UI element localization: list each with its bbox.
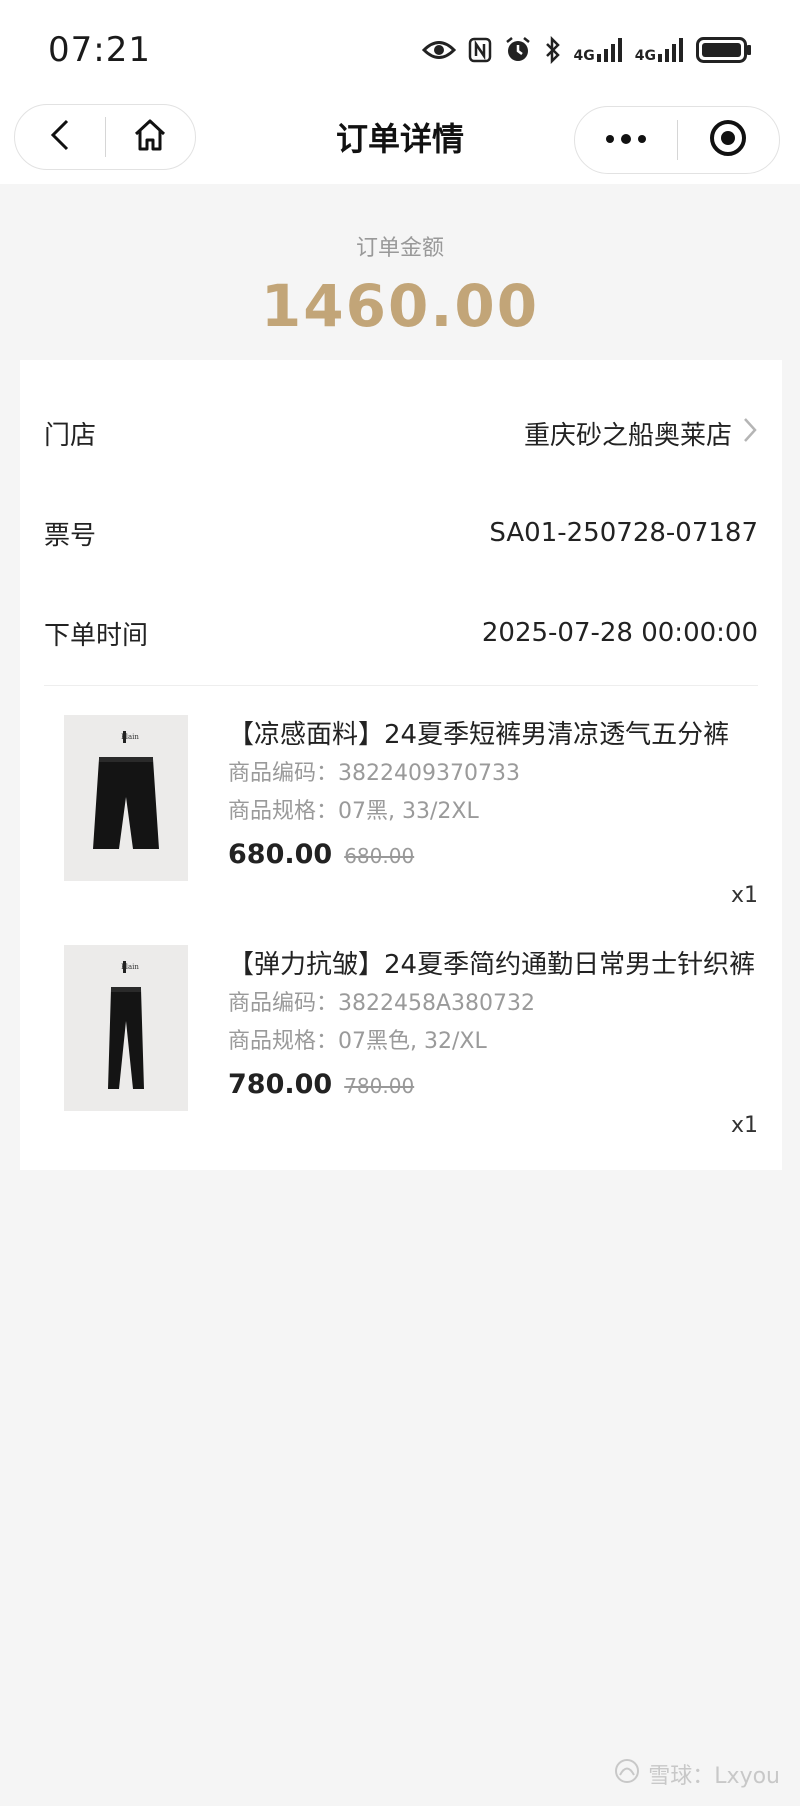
product-quantity: x1: [730, 883, 758, 908]
product-code-line: 商品编码：3822409370733: [228, 755, 758, 793]
product-image[interactable]: Plain: [64, 715, 188, 881]
target-icon: [708, 118, 748, 162]
product-item[interactable]: Plain 【弹力抗皱】24夏季简约通勤日常男士针织裤 商品编码：3822458…: [44, 945, 758, 1145]
amount-label: 订单金额: [355, 236, 444, 261]
product-original-price: 780.00: [344, 1074, 415, 1098]
product-spec-line: 商品规格：07黑色, 32/XL: [228, 1023, 758, 1061]
product-quantity: x1: [730, 1113, 758, 1138]
nav-bar: 订单详情: [0, 100, 800, 184]
product-spec-label: 商品规格：: [228, 1029, 339, 1054]
nfc-icon: [468, 37, 492, 63]
more-dots-icon: [604, 131, 648, 150]
bluetooth-icon: [544, 36, 562, 64]
shorts-icon: Plain: [71, 721, 181, 875]
store-value-wrap: 重庆砂之船奥莱店: [524, 415, 758, 452]
nav-capsule-right: [574, 106, 780, 174]
order-card: 门店 重庆砂之船奥莱店 票号 SA01-250728-07187 下单时间 20…: [20, 360, 782, 1170]
more-button[interactable]: [575, 107, 677, 173]
snowball-logo-icon: [614, 1758, 640, 1790]
chevron-right-icon: [742, 416, 758, 451]
signal-4g-icon: 4G: [574, 38, 623, 63]
product-spec: 07黑, 33/2XL: [338, 799, 479, 824]
divider: [44, 685, 758, 686]
product-item[interactable]: Plain 【凉感面料】24夏季短裤男清凉透气五分裤 商品编码：38224093…: [44, 715, 758, 915]
product-code-label: 商品编码：: [228, 761, 339, 786]
watermark: 雪球：Lxyou: [614, 1758, 780, 1790]
product-code-line: 商品编码：3822458A380732: [228, 985, 758, 1023]
status-bar: 07:21 4G 4G: [0, 0, 800, 100]
order-time-row: 下单时间 2025-07-28 00:00:00: [44, 603, 758, 663]
ticket-label: 票号: [44, 520, 97, 551]
product-spec-label: 商品规格：: [228, 799, 339, 824]
store-row[interactable]: 门店 重庆砂之船奥莱店: [44, 403, 758, 463]
product-price: 780.00: [228, 1069, 333, 1100]
eye-icon: [421, 39, 456, 61]
product-spec: 07黑色, 32/XL: [338, 1029, 487, 1054]
alarm-icon: [504, 36, 532, 64]
store-value: 重庆砂之船奥莱店: [523, 420, 732, 451]
status-icons: 4G 4G: [421, 32, 752, 68]
battery-icon: [696, 37, 752, 63]
watermark-text: 雪球：Lxyou: [648, 1764, 780, 1789]
close-miniprogram-button[interactable]: [678, 107, 780, 173]
order-time-value: 2025-07-28 00:00:00: [481, 618, 758, 648]
ticket-value: SA01-250728-07187: [489, 518, 758, 548]
ticket-row: 票号 SA01-250728-07187: [44, 503, 758, 563]
product-original-price: 680.00: [344, 844, 415, 868]
signal-4g-icon: 4G: [635, 38, 684, 63]
product-code: 3822458A380732: [338, 991, 536, 1016]
price-line: 680.00 680.00: [228, 839, 758, 870]
price-line: 780.00 780.00: [228, 1069, 758, 1100]
product-code: 3822409370733: [338, 761, 520, 786]
product-info: 【凉感面料】24夏季短裤男清凉透气五分裤 商品编码：3822409370733 …: [228, 715, 758, 870]
store-label: 门店: [44, 420, 97, 451]
product-spec-line: 商品规格：07黑, 33/2XL: [228, 793, 758, 831]
product-title: 【弹力抗皱】24夏季简约通勤日常男士针织裤: [228, 950, 756, 980]
amount-value: 1460.00: [260, 272, 540, 340]
product-info: 【弹力抗皱】24夏季简约通勤日常男士针织裤 商品编码：3822458A38073…: [228, 945, 758, 1100]
product-price: 680.00: [228, 839, 333, 870]
product-code-label: 商品编码：: [228, 991, 339, 1016]
product-image[interactable]: Plain: [64, 945, 188, 1111]
product-title: 【凉感面料】24夏季短裤男清凉透气五分裤: [228, 720, 730, 750]
status-time: 07:21: [48, 30, 151, 70]
order-time-label: 下单时间: [44, 620, 149, 651]
trousers-icon: Plain: [71, 951, 181, 1105]
